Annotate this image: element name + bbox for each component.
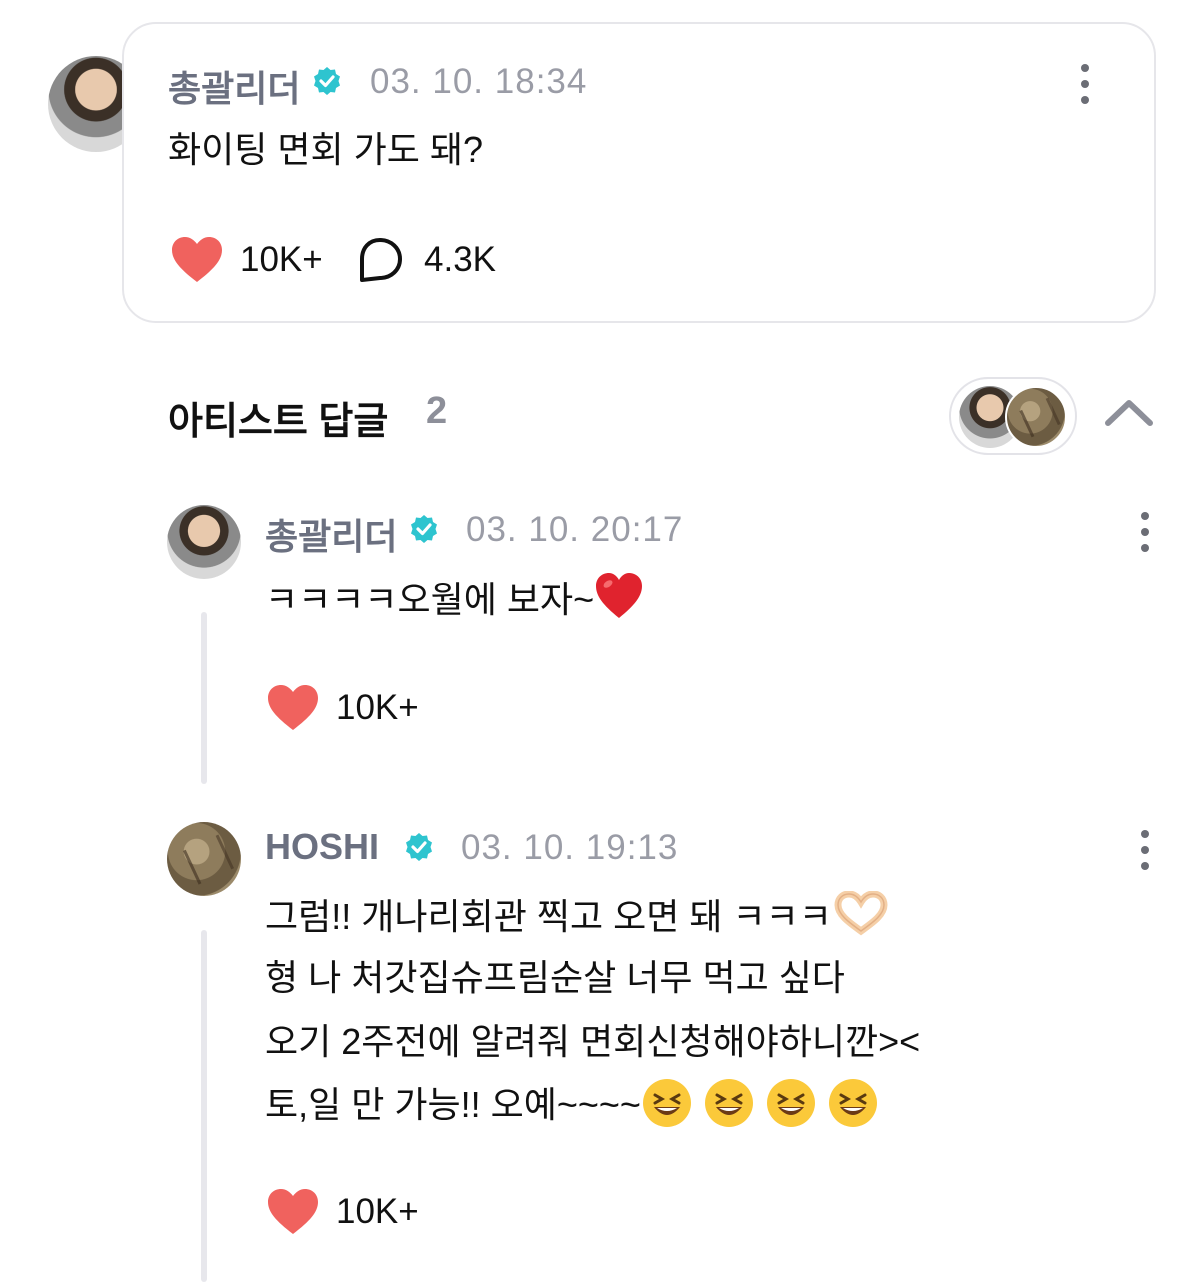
artist-avatar-2 <box>1005 386 1067 448</box>
reply-author-avatar[interactable] <box>167 505 241 579</box>
artist-replies-count: 2 <box>426 390 448 432</box>
grinning-squinting-face-emoji-icon <box>642 1079 691 1127</box>
post-kebab-menu-icon[interactable] <box>1080 64 1090 104</box>
reply-heart-icon[interactable] <box>266 1188 320 1236</box>
post-timestamp: 03. 10. 18:34 <box>370 62 588 101</box>
post-author-name[interactable]: 총괄리더 <box>168 60 300 112</box>
post-like-count: 10K+ <box>240 240 323 279</box>
grinning-squinting-face-emoji-icon <box>704 1079 753 1127</box>
verified-badge-icon <box>314 67 340 95</box>
grinning-squinting-face-emoji-icon <box>766 1079 815 1127</box>
reply-text-line: 형 나 처갓집슈프림순살 너무 먹고 싶다 <box>265 957 845 998</box>
reply-like-count: 10K+ <box>336 688 419 727</box>
post-comment-count: 4.3K <box>424 240 496 279</box>
reply-kebab-menu-icon[interactable] <box>1140 512 1150 552</box>
heart-hands-emoji-icon <box>834 891 888 936</box>
reply-author-avatar[interactable] <box>167 822 241 896</box>
grinning-squinting-face-emoji-icon <box>828 1079 877 1127</box>
reply-text-content: 토,일 만 가능!! 오예~~~~ <box>265 1084 641 1125</box>
reply-kebab-menu-icon[interactable] <box>1140 830 1150 870</box>
reply-author-name[interactable]: HOSHI <box>265 826 379 868</box>
reply-like-count: 10K+ <box>336 1192 419 1231</box>
reply-text-line: 토,일 만 가능!! 오예~~~~ <box>265 1075 889 1135</box>
reply-text-line: 그럼!! 개나리회관 찍고 오면 돼 ㅋㅋㅋ <box>265 887 890 947</box>
thread-line <box>201 930 207 1282</box>
artist-avatars-pill[interactable] <box>949 377 1077 455</box>
reply-text-content: ㅋㅋㅋㅋ오월에 보자~ <box>265 579 595 620</box>
reply-author-name[interactable]: 총괄리더 <box>265 508 397 560</box>
reply-timestamp: 03. 10. 19:13 <box>461 828 679 867</box>
verified-badge-icon <box>406 833 432 861</box>
reply-timestamp: 03. 10. 20:17 <box>466 510 684 549</box>
comment-bubble-icon[interactable] <box>356 236 404 284</box>
verified-badge-icon <box>411 515 437 543</box>
post-text: 화이팅 면회 가도 돼? <box>168 129 483 170</box>
thread-line <box>201 612 207 784</box>
reply-text-line: 오기 2주전에 알려줘 면회신청해야하니깐>< <box>265 1021 921 1062</box>
reply-heart-icon[interactable] <box>266 684 320 732</box>
reply-text-content: 그럼!! 개나리회관 찍고 오면 돼 ㅋㅋㅋ <box>265 896 832 937</box>
red-heart-emoji-icon <box>596 573 643 618</box>
post-heart-icon[interactable] <box>170 236 224 284</box>
chevron-up-icon[interactable] <box>1104 395 1154 429</box>
reply-text: ㅋㅋㅋㅋ오월에 보자~ <box>265 570 644 630</box>
artist-replies-title: 아티스트 답글 <box>168 401 389 443</box>
